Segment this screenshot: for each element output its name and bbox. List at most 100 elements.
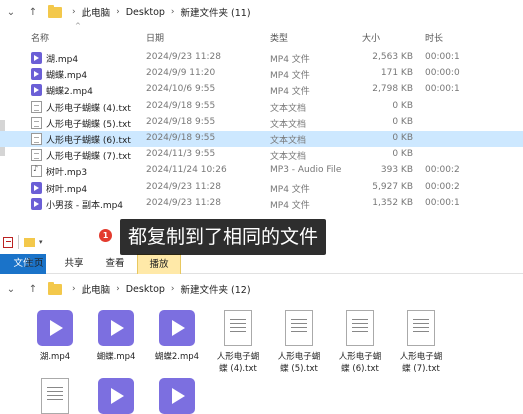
video-file-icon	[98, 378, 134, 414]
tile-label: 人形电子蝴 蝶 (5).txt	[277, 352, 321, 374]
bottom-explorer-window: ▾ 文件 主页 共享 查看 播放 ⌄ ↑ › 此电脑 › Desktop › 新…	[0, 230, 523, 414]
file-row[interactable]: 人形电子蝴蝶 (7).txt 2024/11/3 9:55 文本文档 0 KB	[0, 147, 523, 163]
file-name: 树叶.mp3	[46, 168, 88, 179]
video-file-icon	[31, 197, 42, 210]
video-file-icon	[31, 52, 42, 64]
divider	[18, 235, 19, 249]
file-size: 0 KB	[392, 132, 413, 143]
file-row-selected[interactable]: 人形电子蝴蝶 (6).txt 2024/9/18 9:55 文本文档 0 KB	[0, 130, 523, 148]
text-file-icon	[31, 116, 42, 129]
file-row[interactable]: 蝴蝶.mp4 2024/9/9 11:20 MP4 文件 171 KB 00:00:0	[0, 66, 523, 82]
video-file-icon	[31, 68, 42, 81]
file-tile[interactable]: 人形电子蝴 蝶 (5).txt	[268, 310, 330, 375]
file-tile[interactable]: 人形电子蝴 蝶 (6).txt	[329, 310, 391, 375]
breadcrumb-desktop[interactable]: Desktop	[126, 7, 165, 18]
tab-share[interactable]: 共享	[56, 254, 92, 274]
text-file-icon	[285, 310, 313, 346]
file-tile[interactable]: 湖.mp4	[24, 310, 86, 363]
tab-view[interactable]: 查看	[97, 254, 133, 274]
file-duration: 00:00:2	[425, 181, 460, 192]
up-arrow-icon[interactable]: ↑	[22, 284, 44, 295]
tile-label: 湖.mp4	[39, 352, 71, 362]
column-header-row: 名称 日期 类型 大小 时长	[0, 28, 523, 46]
file-size: 0 KB	[392, 116, 413, 127]
breadcrumb-this-pc[interactable]: 此电脑	[82, 5, 111, 19]
file-size: 393 KB	[380, 165, 413, 176]
file-row[interactable]: 小男孩 - 副本.mp4 2024/9/23 11:28 MP4 文件 1,352 K…	[0, 196, 523, 212]
file-type: MP4 文件	[270, 200, 310, 211]
file-duration: 00:00:1	[425, 52, 460, 62]
breadcrumb-folder[interactable]: 新建文件夹 (11)	[181, 5, 251, 19]
folder-icon[interactable]	[24, 237, 35, 247]
audio-file-icon	[31, 164, 42, 178]
file-type: MP3 - Audio File	[270, 165, 342, 176]
file-date: 2024/10/6 9:55	[146, 84, 216, 95]
file-row[interactable]: 人形电子蝴蝶 (5).txt 2024/9/18 9:55 文本文档 0 KB	[0, 115, 523, 131]
chevron-down-icon[interactable]: ⌄	[0, 284, 22, 295]
file-name: 蝴蝶2.mp4	[46, 87, 93, 98]
video-file-icon	[31, 84, 42, 97]
file-duration: 00:00:2	[425, 165, 460, 176]
video-file-icon	[31, 181, 42, 194]
column-date[interactable]: 日期	[146, 31, 164, 44]
column-size[interactable]: 大小	[362, 31, 380, 44]
chevron-right-icon: ›	[72, 284, 76, 294]
file-type: 文本文档	[270, 152, 307, 163]
chevron-right-icon: ›	[116, 7, 120, 17]
file-name: 树叶.mp4	[46, 184, 88, 195]
file-name: 人形电子蝴蝶 (6).txt	[46, 135, 131, 146]
tab-play[interactable]: 播放	[137, 254, 181, 274]
chevron-right-icon: ›	[170, 284, 175, 294]
text-file-icon	[407, 310, 435, 346]
column-name[interactable]: 名称	[31, 31, 49, 44]
file-tile[interactable]: 蝴蝶2.mp4	[146, 310, 208, 363]
file-name: 小男孩 - 副本.mp4	[46, 200, 124, 211]
chevron-right-icon: ›	[72, 7, 76, 17]
file-row[interactable]: 蝴蝶2.mp4 2024/10/6 9:55 MP4 文件 2,798 KB 00:00…	[0, 82, 523, 98]
file-row[interactable]: 树叶.mp4 2024/9/23 11:28 MP4 文件 5,927 KB 00:00…	[0, 180, 523, 196]
file-name: 人形电子蝴蝶 (5).txt	[46, 119, 131, 130]
tab-home[interactable]: 主页	[16, 254, 52, 274]
file-type: MP4 文件	[270, 71, 310, 82]
caption-banner: 都复制到了相同的文件	[120, 219, 327, 255]
properties-icon[interactable]	[3, 236, 13, 248]
file-name: 蝴蝶.mp4	[46, 71, 88, 82]
file-date: 2024/9/18 9:55	[146, 100, 216, 111]
tile-label: 人形电子蝴 蝶 (6).txt	[338, 352, 382, 374]
file-tile[interactable]: 人形电子蝴 蝶 (7).txt	[390, 310, 452, 375]
file-row[interactable]: 湖.mp4 2024/9/23 11:28 MP4 文件 2,563 KB 00:00:…	[0, 50, 523, 66]
file-type: 文本文档	[270, 119, 307, 130]
file-row[interactable]: 人形电子蝴蝶 (4).txt 2024/9/18 9:55 文本文档 0 KB	[0, 99, 523, 115]
chevron-right-icon: ›	[116, 284, 120, 294]
chevron-down-icon[interactable]: ⌄	[0, 7, 22, 18]
column-type[interactable]: 类型	[270, 31, 288, 44]
chevron-down-icon[interactable]: ▾	[39, 238, 43, 246]
text-file-icon	[346, 310, 374, 346]
file-date: 2024/9/23 11:28	[146, 197, 221, 208]
file-tile-partial[interactable]	[85, 378, 147, 414]
step-badge: 1	[99, 229, 112, 242]
file-size: 1,352 KB	[372, 197, 413, 208]
address-bar[interactable]: ⌄ ↑ › 此电脑 › Desktop › 新建文件夹 (11)	[0, 0, 523, 24]
file-date: 2024/9/23 11:28	[146, 181, 221, 192]
file-type: 文本文档	[270, 135, 307, 146]
video-file-icon	[159, 310, 195, 346]
column-duration[interactable]: 时长	[425, 31, 443, 44]
breadcrumb-this-pc[interactable]: 此电脑	[82, 282, 111, 296]
file-size: 2,798 KB	[372, 84, 413, 95]
folder-icon	[48, 281, 62, 295]
file-tile-partial[interactable]	[24, 378, 86, 414]
tile-label: 蝴蝶.mp4	[96, 352, 136, 362]
address-bar[interactable]: ⌄ ↑ › 此电脑 › Desktop › 新建文件夹 (12)	[0, 278, 523, 300]
file-name: 湖.mp4	[46, 55, 79, 65]
file-tile[interactable]: 人形电子蝴 蝶 (4).txt	[207, 310, 269, 375]
up-arrow-icon[interactable]: ↑	[22, 7, 44, 18]
file-row[interactable]: 树叶.mp3 2024/11/24 10:26 MP3 - Audio File 39…	[0, 163, 523, 179]
file-size: 171 KB	[380, 68, 413, 79]
breadcrumb-folder[interactable]: 新建文件夹 (12)	[181, 282, 251, 296]
file-tile-partial[interactable]	[146, 378, 208, 414]
file-list: 湖.mp4 2024/9/23 11:28 MP4 文件 2,563 KB 00:00:…	[0, 50, 523, 212]
breadcrumb-desktop[interactable]: Desktop	[126, 284, 165, 295]
tile-label: 蝴蝶2.mp4	[154, 352, 200, 362]
file-tile[interactable]: 蝴蝶.mp4	[85, 310, 147, 363]
